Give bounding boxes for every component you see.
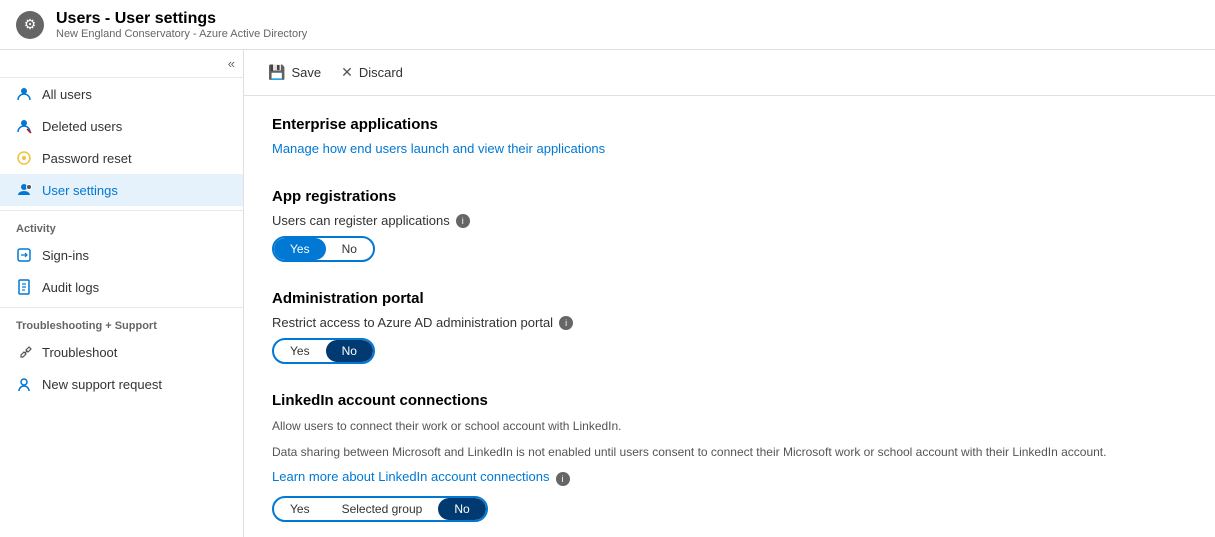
header-icon: ⚙ bbox=[16, 11, 44, 39]
admin-portal-toggle: Yes No bbox=[272, 338, 375, 364]
app-registrations-section: App registrations Users can register app… bbox=[272, 188, 1187, 262]
sign-ins-icon bbox=[16, 247, 32, 263]
linkedin-description-line1: Allow users to connect their work or sch… bbox=[272, 417, 1187, 435]
main-layout: « All users Deleted users Password reset bbox=[0, 50, 1215, 537]
admin-portal-field-label: Restrict access to Azure AD administrati… bbox=[272, 315, 1187, 330]
app-registrations-field-label: Users can register applications i bbox=[272, 213, 1187, 228]
toolbar: 💾 Save ✕ Discard bbox=[244, 50, 1215, 96]
enterprise-apps-link[interactable]: Manage how end users launch and view the… bbox=[272, 141, 605, 156]
linkedin-info-icon[interactable]: i bbox=[556, 472, 570, 486]
admin-portal-title: Administration portal bbox=[272, 290, 1187, 307]
content-body: Enterprise applications Manage how end u… bbox=[244, 96, 1215, 537]
page-title: Users - User settings bbox=[56, 10, 307, 28]
enterprise-apps-section: Enterprise applications Manage how end u… bbox=[272, 116, 1187, 160]
sidebar-item-audit-logs[interactable]: Audit logs bbox=[0, 271, 243, 303]
admin-portal-yes-button[interactable]: Yes bbox=[274, 340, 326, 362]
sidebar-item-password-reset-label: Password reset bbox=[42, 151, 132, 166]
sidebar-item-user-settings[interactable]: User settings bbox=[0, 174, 243, 206]
password-reset-icon bbox=[16, 150, 32, 166]
linkedin-toggle: Yes Selected group No bbox=[272, 496, 488, 522]
sidebar-item-sign-ins[interactable]: Sign-ins bbox=[0, 239, 243, 271]
app-registrations-no-button[interactable]: No bbox=[326, 238, 373, 260]
linkedin-learn-more-link[interactable]: Learn more about LinkedIn account connec… bbox=[272, 469, 550, 484]
app-registrations-info-icon[interactable]: i bbox=[456, 214, 470, 228]
sidebar-item-troubleshoot-label: Troubleshoot bbox=[42, 345, 117, 360]
new-support-request-icon bbox=[16, 376, 32, 392]
sidebar-item-user-settings-label: User settings bbox=[42, 183, 118, 198]
app-registrations-title: App registrations bbox=[272, 188, 1187, 205]
sidebar-item-deleted-users-label: Deleted users bbox=[42, 119, 122, 134]
discard-icon: ✕ bbox=[341, 64, 353, 81]
linkedin-description-line2: Data sharing between Microsoft and Linke… bbox=[272, 443, 1187, 461]
discard-label: Discard bbox=[359, 65, 403, 80]
admin-portal-section: Administration portal Restrict access to… bbox=[272, 290, 1187, 364]
section-troubleshooting-label: Troubleshooting + Support bbox=[0, 307, 243, 336]
user-settings-icon bbox=[16, 182, 32, 198]
sidebar-item-all-users-label: All users bbox=[42, 87, 92, 102]
linkedin-yes-button[interactable]: Yes bbox=[274, 498, 326, 520]
sidebar-item-troubleshoot[interactable]: Troubleshoot bbox=[0, 336, 243, 368]
sidebar-item-new-support-request[interactable]: New support request bbox=[0, 368, 243, 400]
section-activity-label: Activity bbox=[0, 210, 243, 239]
linkedin-selected-group-button[interactable]: Selected group bbox=[326, 498, 439, 520]
linkedin-no-button[interactable]: No bbox=[438, 498, 485, 520]
sidebar: « All users Deleted users Password reset bbox=[0, 50, 244, 537]
admin-portal-no-button[interactable]: No bbox=[326, 340, 373, 362]
sidebar-item-deleted-users[interactable]: Deleted users bbox=[0, 110, 243, 142]
save-label: Save bbox=[291, 65, 321, 80]
save-icon: 💾 bbox=[268, 64, 285, 81]
app-registrations-toggle: Yes No bbox=[272, 236, 375, 262]
sidebar-item-audit-logs-label: Audit logs bbox=[42, 280, 99, 295]
sidebar-item-new-support-request-label: New support request bbox=[42, 377, 162, 392]
linkedin-title: LinkedIn account connections bbox=[272, 392, 1187, 409]
admin-portal-info-icon[interactable]: i bbox=[559, 316, 573, 330]
enterprise-apps-title: Enterprise applications bbox=[272, 116, 1187, 133]
discard-button[interactable]: ✕ Discard bbox=[341, 60, 403, 85]
app-registrations-yes-button[interactable]: Yes bbox=[274, 238, 326, 260]
all-users-icon bbox=[16, 86, 32, 102]
main-content: 💾 Save ✕ Discard Enterprise applications… bbox=[244, 50, 1215, 537]
audit-logs-icon bbox=[16, 279, 32, 295]
linkedin-section: LinkedIn account connections Allow users… bbox=[272, 392, 1187, 522]
page-header: ⚙ Users - User settings New England Cons… bbox=[0, 0, 1215, 50]
sidebar-item-password-reset[interactable]: Password reset bbox=[0, 142, 243, 174]
sidebar-item-sign-ins-label: Sign-ins bbox=[42, 248, 89, 263]
header-title-block: Users - User settings New England Conser… bbox=[56, 10, 307, 40]
troubleshoot-icon bbox=[16, 344, 32, 360]
sidebar-item-all-users[interactable]: All users bbox=[0, 78, 243, 110]
collapse-button[interactable]: « bbox=[0, 50, 243, 78]
page-subtitle: New England Conservatory - Azure Active … bbox=[56, 28, 307, 40]
save-button[interactable]: 💾 Save bbox=[268, 60, 321, 85]
deleted-users-icon bbox=[16, 118, 32, 134]
